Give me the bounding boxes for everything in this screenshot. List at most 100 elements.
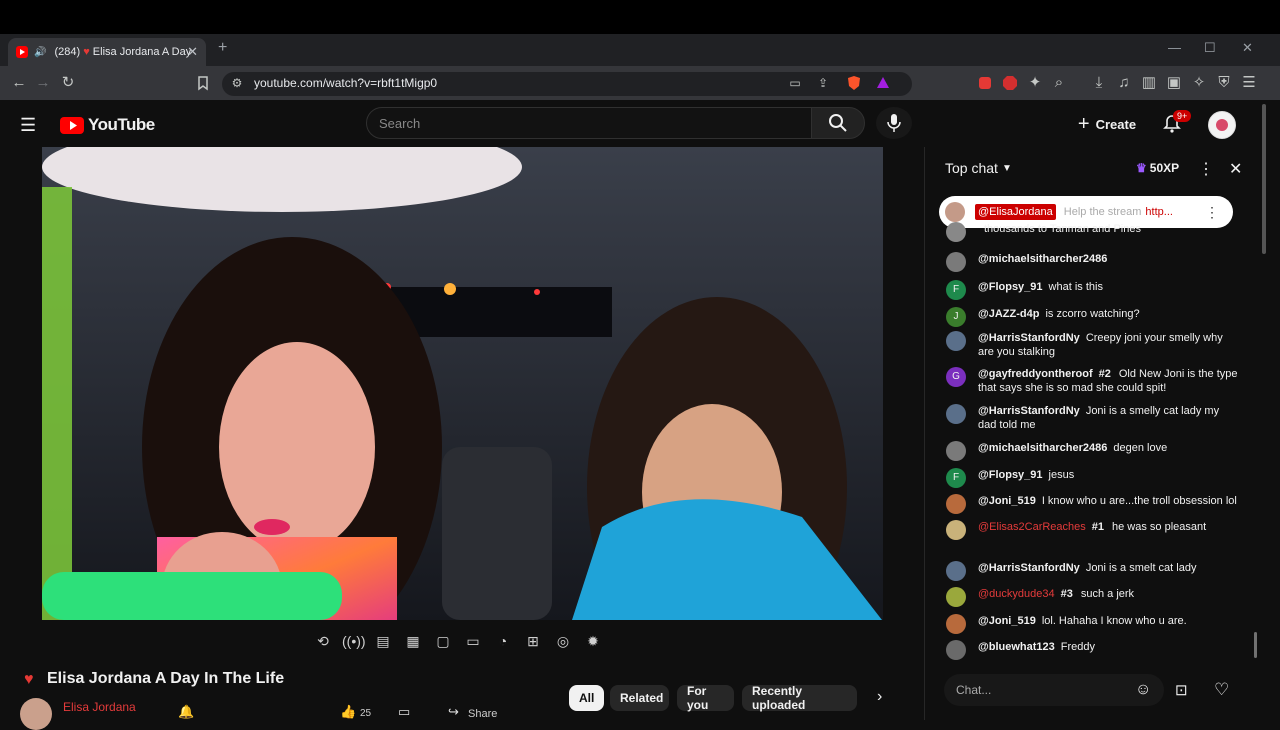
heart-reaction-icon[interactable]: ♡: [1214, 680, 1229, 700]
cast-icon[interactable]: ▭: [786, 74, 804, 92]
search-input[interactable]: Search: [366, 107, 812, 139]
plus-icon: +: [1077, 112, 1090, 135]
chat-message[interactable]: @bluewhat123 Freddy: [946, 640, 1238, 660]
chat-message[interactable]: @duckydude34 #3 such a jerk: [946, 587, 1238, 607]
chat-author[interactable]: @Flopsy_91: [978, 281, 1043, 293]
chat-message[interactable]: @michaelsitharcher2486: [946, 252, 1238, 272]
chip-all[interactable]: All: [569, 685, 604, 711]
download-icon[interactable]: ⤓: [1090, 74, 1108, 92]
video-player[interactable]: [42, 147, 883, 620]
close-window-icon[interactable]: ✕: [1242, 40, 1253, 56]
settings-icon[interactable]: ✹: [582, 630, 604, 652]
voice-search-button[interactable]: [876, 107, 912, 139]
pinned-link[interactable]: http...: [1145, 206, 1173, 218]
chat-author[interactable]: @HarrisStanfordNy: [978, 562, 1080, 574]
chat-author[interactable]: @bluewhat123: [978, 641, 1055, 653]
miniplayer-icon[interactable]: ▢: [432, 630, 454, 652]
chevron-right-icon[interactable]: ›: [877, 688, 882, 706]
new-tab-icon[interactable]: +: [218, 39, 227, 57]
chat-input[interactable]: Chat...: [944, 674, 1164, 706]
leo-ai-icon[interactable]: ✧: [1190, 74, 1208, 92]
chip-recently-uploaded[interactable]: Recently uploaded: [742, 684, 857, 712]
xp-indicator[interactable]: ♛ 50XP: [1136, 161, 1179, 175]
account-avatar[interactable]: [1208, 111, 1236, 139]
extensions-icon[interactable]: ✦: [1026, 74, 1044, 92]
chip-for-you[interactable]: For you: [677, 684, 734, 712]
pinned-more-icon[interactable]: ⋮: [1205, 204, 1219, 221]
theater-icon[interactable]: ▭: [462, 630, 484, 652]
chat-author[interactable]: @Joni_519: [978, 495, 1036, 507]
chat-author[interactable]: @JAZZ-d4p: [978, 308, 1039, 320]
tab-count: (284): [54, 46, 81, 58]
vpn-icon[interactable]: ⛨: [1215, 74, 1233, 92]
extension-red-icon[interactable]: [976, 74, 994, 92]
forward-icon[interactable]: →: [34, 74, 52, 92]
speed-icon[interactable]: ◔: [492, 630, 514, 652]
loop-icon[interactable]: ⟲: [312, 630, 334, 652]
chat-author[interactable]: @Joni_519: [978, 615, 1036, 627]
close-chat-icon[interactable]: ✕: [1229, 159, 1242, 179]
chip-related[interactable]: Related: [610, 685, 669, 711]
search-button[interactable]: [811, 107, 865, 139]
share-page-icon[interactable]: ⇪: [814, 74, 832, 92]
channel-name[interactable]: Elisa Jordana: [63, 700, 136, 714]
chat-author[interactable]: @HarrisStanfordNy: [978, 405, 1080, 417]
chat-message[interactable]: @Joni_519 I know who u are...the troll ob…: [946, 494, 1238, 514]
page-scrollbar[interactable]: [1262, 104, 1266, 254]
chat-scrollbar[interactable]: [1254, 632, 1257, 658]
back-icon[interactable]: ←: [10, 74, 28, 92]
chat-author[interactable]: @HarrisStanfordNy: [978, 332, 1080, 344]
share-label: Share: [468, 708, 498, 720]
screenshot-icon[interactable]: ◎: [552, 630, 574, 652]
chat-message[interactable]: thousands to Tanman and Pines: [946, 222, 1238, 242]
tab-search-icon[interactable]: ⌕: [1050, 74, 1068, 92]
minimize-icon[interactable]: —: [1168, 40, 1181, 55]
chat-avatar: [946, 404, 966, 424]
close-tab-icon[interactable]: ✕: [187, 44, 198, 60]
bookmark-icon[interactable]: [194, 74, 212, 92]
chat-message[interactable]: @michaelsitharcher2486 degen love: [946, 441, 1238, 461]
chat-message[interactable]: F @Flopsy_91 jesus: [946, 468, 1238, 488]
playlist-icon[interactable]: ▤: [372, 630, 394, 652]
chat-author[interactable]: @michaelsitharcher2486: [978, 442, 1107, 454]
brave-shields-icon[interactable]: [845, 74, 863, 92]
maximize-icon[interactable]: ☐: [1204, 40, 1216, 56]
chat-author[interactable]: @duckydude34: [978, 588, 1055, 600]
menu-icon[interactable]: ☰: [1240, 74, 1258, 92]
dislike-icon[interactable]: ▭: [398, 704, 410, 720]
like-icon[interactable]: 👍: [340, 704, 356, 720]
chat-message[interactable]: J @JAZZ-d4p is zcorro watching?: [946, 307, 1238, 327]
clip-icon[interactable]: ▦: [402, 630, 424, 652]
chat-message[interactable]: @HarrisStanfordNy Joni is a smelt cat lad…: [946, 561, 1238, 581]
chat-message[interactable]: @HarrisStanfordNy Joni is a smelly cat la…: [946, 404, 1238, 432]
create-button[interactable]: + Create: [1070, 110, 1144, 138]
chat-author[interactable]: @michaelsitharcher2486: [978, 253, 1107, 265]
chat-message[interactable]: @HarrisStanfordNy Creepy joni your smelly…: [946, 331, 1238, 359]
emoji-icon[interactable]: ☺: [1135, 681, 1151, 699]
browser-tab[interactable]: 🔊 (284) ♥ Elisa Jordana A Day In the Lif…: [8, 38, 206, 66]
chat-author[interactable]: @gayfreddyontheroof: [978, 368, 1093, 380]
subscribe-bell-icon[interactable]: 🔔: [178, 704, 194, 720]
wallet-icon[interactable]: ▣: [1165, 74, 1183, 92]
site-info-icon[interactable]: ⚙: [228, 74, 246, 92]
chat-message[interactable]: F @Flopsy_91 what is this: [946, 280, 1238, 300]
add-icon[interactable]: ⊞: [522, 630, 544, 652]
share-icon[interactable]: ↪: [448, 704, 459, 720]
youtube-logo[interactable]: YouTube: [60, 115, 155, 135]
channel-avatar[interactable]: [20, 698, 52, 730]
chat-mode-dropdown[interactable]: Top chat ▼: [945, 160, 1012, 176]
chat-message[interactable]: @Joni_519 lol. Hahaha I know who u are.: [946, 614, 1238, 634]
brave-rewards-icon[interactable]: [874, 74, 892, 92]
media-icon[interactable]: ♫: [1115, 74, 1133, 92]
super-chat-icon[interactable]: ⊡: [1175, 681, 1188, 699]
adblock-icon[interactable]: [1001, 74, 1019, 92]
chat-message[interactable]: G @gayfreddyontheroof #2 Old New Joni is th…: [946, 367, 1238, 395]
guide-menu-icon[interactable]: ☰: [20, 115, 36, 136]
chat-author[interactable]: @Elisas2CarReaches: [978, 521, 1086, 533]
chat-author[interactable]: @Flopsy_91: [978, 469, 1043, 481]
sidebar-icon[interactable]: ▥: [1140, 74, 1158, 92]
reload-icon[interactable]: ↻: [59, 74, 77, 92]
chat-message[interactable]: @Elisas2CarReaches #1 he was so pleasant: [946, 520, 1238, 540]
chat-more-icon[interactable]: ⋮: [1198, 159, 1214, 179]
broadcast-icon[interactable]: ((•)): [342, 630, 366, 652]
